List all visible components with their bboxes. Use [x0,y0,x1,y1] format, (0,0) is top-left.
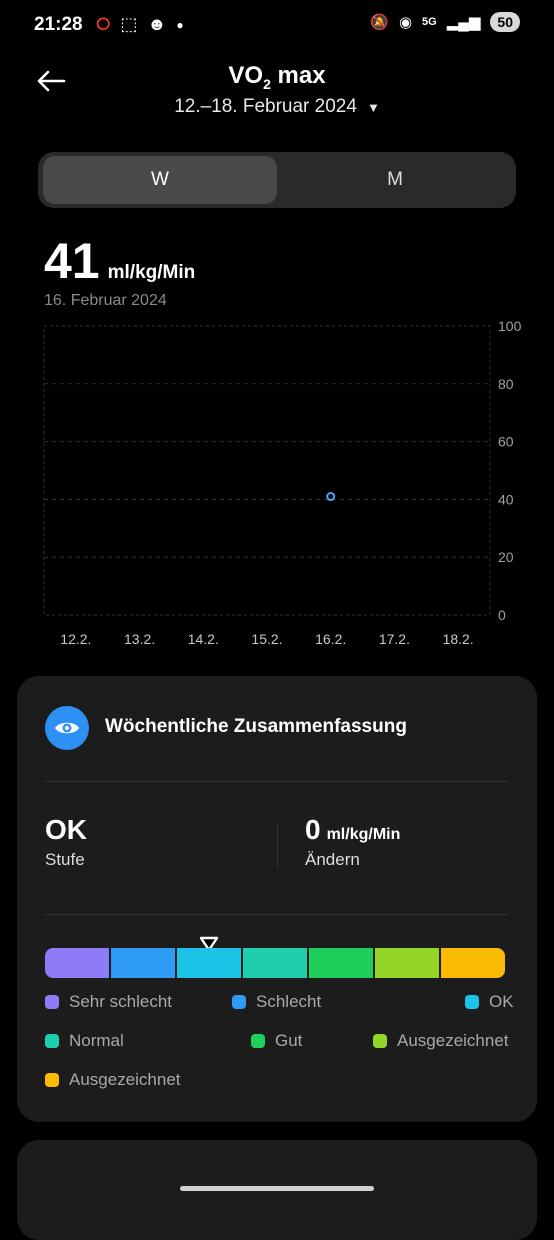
signal-icon: ▂▄▆ [446,14,481,31]
vertical-divider [277,824,278,868]
legend-swatch [45,1034,59,1048]
legend-swatch [373,1034,387,1048]
y-tick-label: 60 [498,434,514,450]
scale-segment [243,948,307,978]
opera-icon: ⭘ [96,14,111,34]
level-scale-bar [45,948,505,978]
tab-week[interactable]: W [43,156,277,204]
legend-swatch [45,1073,59,1087]
summary-title: Wöchentliche Zusammenfassung [105,716,407,737]
tab-month[interactable]: M [278,156,512,204]
y-tick-label: 40 [498,491,514,507]
legend-swatch [45,995,59,1009]
legend-swatch [232,995,246,1009]
battery-badge: 50 [490,12,520,32]
scale-segment [45,948,109,978]
legend-item: Gut [251,1031,302,1051]
value-unit: ml/kg/Min [107,262,196,283]
scale-segment [441,948,505,978]
screenshot-icon: ⬚ [120,14,138,34]
page-title: VO2 max [228,62,326,92]
status-right-icons: 🔕 ◉ 5G ▂▄▆ 50 [370,12,520,32]
legend-item: OK [465,992,514,1012]
vo2-chart: 0 20 40 60 80 100 12.2. 13.2. 14.2. 15.2. 16.2. 17.… [43,318,522,647]
date-range-label: 12.–18. Februar 2024 [174,96,357,117]
weekly-summary-card [17,676,537,1122]
legend-item: Sehr schlecht [45,992,172,1012]
level-label: Stufe [45,850,85,869]
y-tick-label: 20 [498,549,514,565]
x-tick-label: 17.2. [379,631,410,647]
y-tick-label: 100 [498,318,522,334]
status-left-icons: ⭘ ⬚ ☻ ● [96,14,184,35]
scale-segment [177,948,241,978]
legend-swatch [465,995,479,1009]
change-value: 0 ml/kg/Min [305,814,400,846]
eye-icon [45,706,89,750]
5g-icon: 5G [422,16,437,28]
x-tick-label: 14.2. [188,631,219,647]
legend-label: Ausgezeichnet [69,1070,181,1089]
plot-frame [43,325,491,616]
discord-icon: ☻ [147,14,167,34]
scale-segment [309,948,373,978]
change-unit: ml/kg/Min [326,826,401,843]
legend-label: Schlecht [256,992,322,1011]
x-tick-label: 18.2. [443,631,474,647]
legend-item: Normal [45,1031,124,1051]
x-tick-label: 16.2. [315,631,346,647]
y-tick-label: 80 [498,376,514,392]
x-tick-label: 12.2. [60,631,91,647]
legend-label: Sehr schlecht [69,992,172,1011]
x-tick-label: 15.2. [251,631,282,647]
divider [45,781,508,782]
value-date: 16. Februar 2024 [44,292,167,309]
period-tabs: W M [38,152,516,208]
caret-down-icon: ▼ [366,99,380,115]
x-tick-label: 13.2. [124,631,155,647]
scale-segment [111,948,175,978]
data-point [326,492,336,502]
home-indicator[interactable] [180,1186,374,1191]
divider [45,914,508,915]
current-value: 41 ml/kg/Min [44,232,195,290]
mute-icon: 🔕 [370,14,389,31]
legend-label: Gut [275,1031,303,1050]
legend-label: Normal [69,1031,124,1050]
legend-label: OK [489,992,514,1011]
legend-label: Ausgezeichnet [397,1031,509,1050]
legend-swatch [251,1034,265,1048]
y-tick-label: 0 [498,607,506,623]
legend-item: Ausgezeichnet [373,1031,509,1051]
status-time: 21:28 [34,14,83,35]
scale-segment [375,948,439,978]
value-number: 41 [44,233,100,289]
hotspot-icon: ◉ [398,14,413,31]
level-value: OK [45,814,87,845]
dot-icon: ● [176,17,184,32]
date-range-selector[interactable]: 12.–18. Februar 2024 ▼ [0,96,554,118]
change-number: 0 [305,814,321,845]
legend-item: Ausgezeichnet [45,1070,181,1090]
legend-item: Schlecht [232,992,321,1012]
change-label: Ändern [305,850,360,869]
